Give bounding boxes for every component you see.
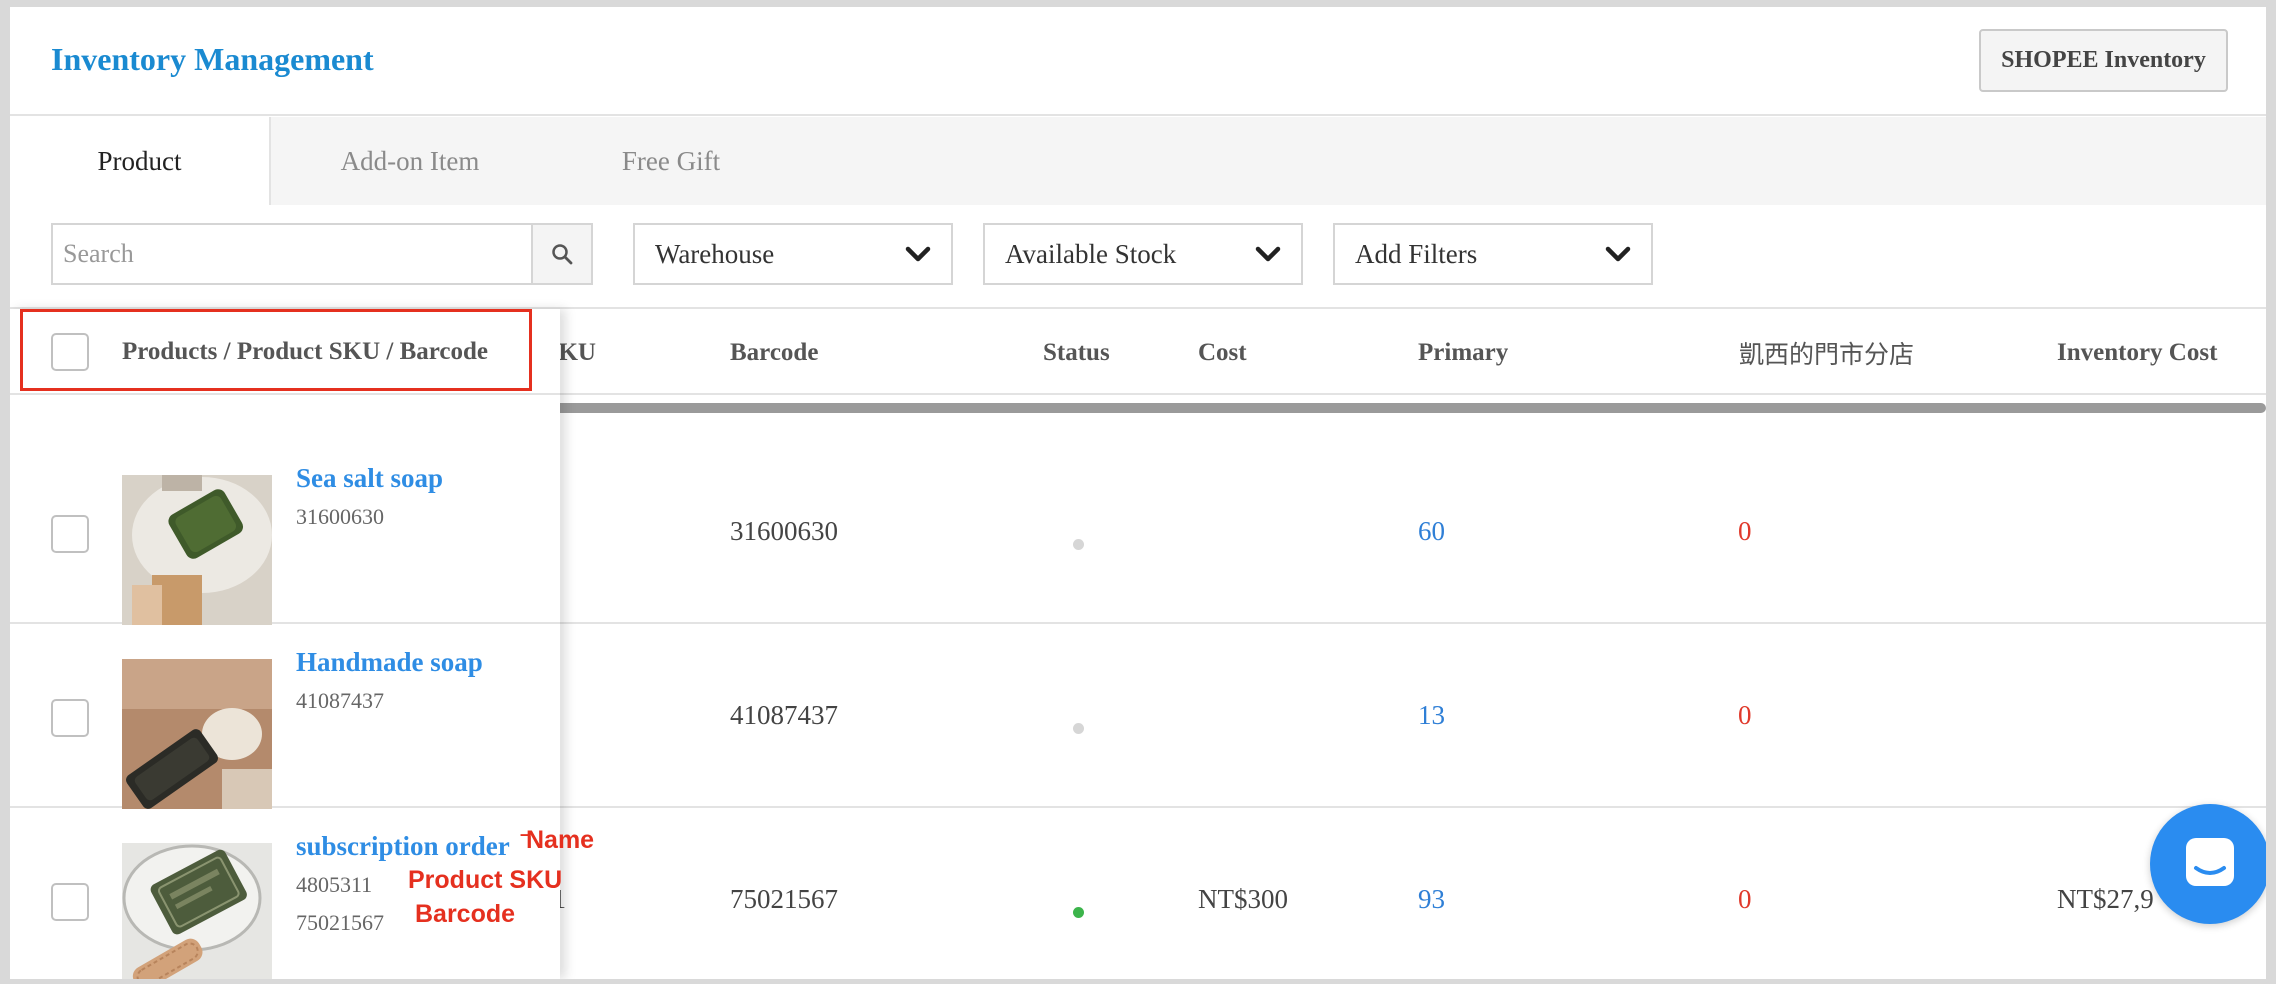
search-input[interactable]: Search xyxy=(51,223,531,285)
product-thumbnail[interactable] xyxy=(122,475,272,625)
column-header-products[interactable]: Products / Product SKU / Barcode xyxy=(122,309,488,395)
annotation-barcode: Barcode xyxy=(415,900,516,928)
search-button[interactable] xyxy=(531,223,593,285)
search-icon xyxy=(552,244,573,265)
column-header-status[interactable]: Status xyxy=(1043,311,1110,395)
store-stock-cell[interactable]: 0 xyxy=(1738,808,1752,979)
annotation-name-label: Name xyxy=(526,826,595,854)
add-filters-dropdown[interactable]: Add Filters xyxy=(1333,223,1653,285)
available-stock-dropdown-label: Available Stock xyxy=(1005,238,1177,269)
column-header-inventory-cost[interactable]: Inventory Cost xyxy=(2057,311,2217,395)
tab-free-gift[interactable]: Free Gift xyxy=(563,117,779,205)
primary-stock-cell[interactable]: 13 xyxy=(1418,624,1445,806)
product-barcode: 31600630 xyxy=(296,504,384,529)
product-sku: 4805311 xyxy=(296,872,373,897)
chevron-down-icon xyxy=(1255,246,1281,262)
product-barcode: 75021567 xyxy=(296,910,384,935)
column-header-barcode[interactable]: Barcode xyxy=(730,311,818,395)
annotation-product-sku: Product SKU xyxy=(408,866,563,894)
barcode-cell: 31600630 xyxy=(730,515,838,546)
products-column-header: Products / Product SKU / Barcode xyxy=(10,309,560,395)
add-filters-dropdown-label: Add Filters xyxy=(1355,238,1478,269)
warehouse-dropdown-label: Warehouse xyxy=(655,238,775,269)
app-window: Inventory Management SHOPEE Inventory Pr… xyxy=(10,7,2266,979)
chat-button[interactable] xyxy=(2150,804,2266,924)
page-header: Inventory Management SHOPEE Inventory xyxy=(10,7,2266,116)
row-checkbox[interactable] xyxy=(51,699,89,737)
column-header-primary[interactable]: Primary xyxy=(1418,311,1508,395)
product-name-link[interactable]: Handmade soap xyxy=(296,647,483,678)
product-name-link[interactable]: Sea salt soap xyxy=(296,463,443,494)
product-cell: Sea salt soap 31600630 xyxy=(10,440,560,625)
row-checkbox[interactable] xyxy=(51,515,89,553)
chevron-down-icon xyxy=(905,246,931,262)
primary-stock-cell[interactable]: 60 xyxy=(1418,440,1445,622)
store-stock-cell[interactable]: 0 xyxy=(1738,624,1752,806)
product-name-link[interactable]: subscription order xyxy=(296,831,510,862)
select-all-checkbox[interactable] xyxy=(51,333,89,371)
warehouse-dropdown[interactable]: Warehouse xyxy=(633,223,953,285)
column-header-cost[interactable]: Cost xyxy=(1198,311,1247,395)
status-indicator xyxy=(1073,907,1084,918)
barcode-cell: 41087437 xyxy=(730,699,838,730)
product-barcode: 41087437 xyxy=(296,688,384,713)
tab-add-on-item[interactable]: Add-on Item xyxy=(292,117,528,205)
tab-bar: Product Add-on Item Free Gift xyxy=(10,117,2266,205)
status-indicator xyxy=(1073,723,1084,734)
page-title: Inventory Management xyxy=(51,41,374,77)
available-stock-dropdown[interactable]: Available Stock xyxy=(983,223,1303,285)
shopee-inventory-button[interactable]: SHOPEE Inventory xyxy=(1979,29,2228,92)
cost-cell: NT$300 xyxy=(1198,883,1288,914)
status-indicator xyxy=(1073,539,1084,550)
store-stock-cell[interactable]: 0 xyxy=(1738,440,1752,622)
tab-product[interactable]: Product xyxy=(10,117,271,205)
product-thumbnail[interactable] xyxy=(122,659,272,809)
chevron-down-icon xyxy=(1605,246,1631,262)
column-header-store[interactable]: 凱西的門市分店 xyxy=(1739,311,1914,395)
product-thumbnail[interactable] xyxy=(122,843,272,979)
filter-bar: Search Warehouse Available Stock Add Fil… xyxy=(10,205,2266,309)
primary-stock-cell[interactable]: 93 xyxy=(1418,808,1445,979)
chat-icon xyxy=(2186,838,2234,886)
product-cell: Handmade soap 41087437 xyxy=(10,624,560,809)
row-checkbox[interactable] xyxy=(51,883,89,921)
annotation-name: – Name xyxy=(520,824,595,854)
barcode-cell: 75021567 xyxy=(730,883,838,914)
inventory-cost-cell: NT$27,9 xyxy=(2057,883,2154,914)
